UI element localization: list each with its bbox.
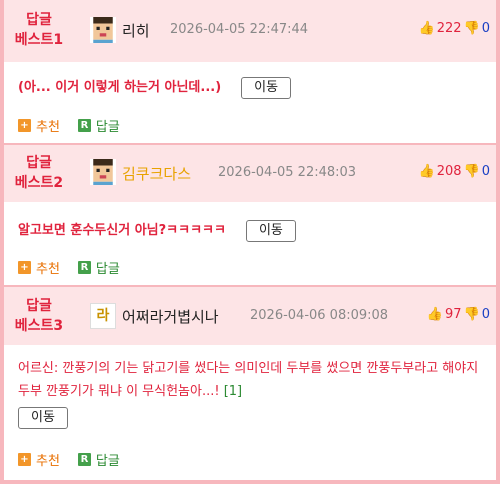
recommend-button[interactable]: 추천 (36, 258, 60, 277)
comment-text: (아... 이거 이렇게 하는거 아닌데...) 이동 (18, 76, 486, 99)
best-badge: 답글 베스트1 (4, 10, 74, 50)
comment-header: 답글 베스트2 김쿠크다스 2026-04-05 22:48:03 👍 208 … (4, 145, 496, 202)
recommend-button[interactable]: 추천 (36, 450, 60, 469)
comment-text: 어르신: 깐풍기의 기는 닭고기를 썼다는 의미인데 두부를 썼으면 깐풍두부라… (18, 357, 486, 429)
thumbs-up-icon[interactable]: 👍 (419, 164, 435, 179)
downvote-count: 0 (481, 21, 490, 36)
move-button[interactable]: 이동 (245, 220, 296, 242)
pixel-face-icon[interactable] (90, 159, 116, 185)
badge-line2: 베스트2 (14, 175, 64, 191)
thumbs-up-icon[interactable]: 👍 (419, 21, 435, 36)
badge-line1: 답글 (26, 155, 52, 171)
level-badge-icon[interactable]: 라 (90, 303, 116, 329)
vote-area: 👍 97 👎 0 (427, 307, 490, 322)
thumbs-up-icon[interactable]: 👍 (427, 307, 443, 322)
downvote-count: 0 (481, 164, 490, 179)
upvote-count: 97 (444, 307, 462, 322)
thumbs-down-icon[interactable]: 👎 (464, 164, 480, 179)
reply-icon: R (77, 453, 91, 466)
downvote-count: 0 (481, 307, 490, 322)
best-badge: 답글 베스트2 (4, 153, 74, 193)
recommend-button[interactable]: 추천 (36, 116, 60, 135)
upvote-count: 222 (436, 21, 462, 36)
datetime: 2026-04-05 22:47:44 (170, 22, 309, 37)
badge-line1: 답글 (26, 12, 52, 28)
move-button[interactable]: 이동 (241, 77, 292, 99)
reply-button[interactable]: 답글 (96, 258, 120, 277)
datetime: 2026-04-05 22:48:03 (218, 165, 357, 180)
comment-header: 답글 베스트1 리히 2026-04-05 22:47:44 👍 222 👎 0 (4, 0, 496, 62)
plus-icon: + (18, 453, 31, 466)
comment-body: 알고보면 훈수두신거 아님?ㅋㅋㅋㅋㅋ (18, 223, 226, 238)
badge-line2: 베스트3 (14, 318, 64, 334)
best-comment-1: 답글 베스트1 리히 2026-04-05 22:47:44 👍 222 👎 0 (4, 0, 496, 143)
best-comment-3: 답글 베스트3 라 어쩌라거볍시나 2026-04-06 08:09:08 👍 … (4, 287, 496, 480)
reply-icon: R (77, 261, 91, 274)
best-badge: 답글 베스트3 (4, 296, 74, 336)
thumbs-down-icon[interactable]: 👎 (464, 307, 480, 322)
plus-icon: + (18, 261, 31, 274)
comment-text: 알고보면 훈수두신거 아님?ㅋㅋㅋㅋㅋ 이동 (18, 219, 486, 242)
reference-link[interactable]: [1] (224, 384, 242, 399)
comment-actions: + 추천 R 답글 (18, 258, 120, 277)
nickname[interactable]: 리히 (122, 20, 150, 41)
nickname[interactable]: 어쩌라거볍시나 (122, 306, 219, 327)
nickname[interactable]: 김쿠크다스 (122, 163, 191, 184)
plus-icon: + (18, 119, 31, 132)
reply-button[interactable]: 답글 (96, 116, 120, 135)
comment-body: (아... 이거 이렇게 하는거 아닌데...) (18, 80, 222, 95)
pixel-face-icon[interactable] (90, 17, 116, 43)
move-button[interactable]: 이동 (18, 407, 68, 429)
vote-area: 👍 208 👎 0 (419, 164, 490, 179)
upvote-count: 208 (436, 164, 462, 179)
best-comments-panel: 답글 베스트1 리히 2026-04-05 22:47:44 👍 222 👎 0 (0, 0, 500, 484)
comment-actions: + 추천 R 답글 (18, 450, 120, 469)
reply-icon: R (77, 119, 91, 132)
reply-button[interactable]: 답글 (96, 450, 120, 469)
badge-line1: 답글 (26, 298, 52, 314)
best-comment-2: 답글 베스트2 김쿠크다스 2026-04-05 22:48:03 👍 208 … (4, 145, 496, 285)
comment-actions: + 추천 R 답글 (18, 116, 120, 135)
comment-body: 어르신: 깐풍기의 기는 닭고기를 썼다는 의미인데 두부를 썼으면 깐풍두부라… (18, 361, 479, 399)
comment-header: 답글 베스트3 라 어쩌라거볍시나 2026-04-06 08:09:08 👍 … (4, 287, 496, 345)
badge-line2: 베스트1 (14, 32, 64, 48)
vote-area: 👍 222 👎 0 (419, 21, 490, 36)
thumbs-down-icon[interactable]: 👎 (464, 21, 480, 36)
datetime: 2026-04-06 08:09:08 (250, 308, 389, 323)
